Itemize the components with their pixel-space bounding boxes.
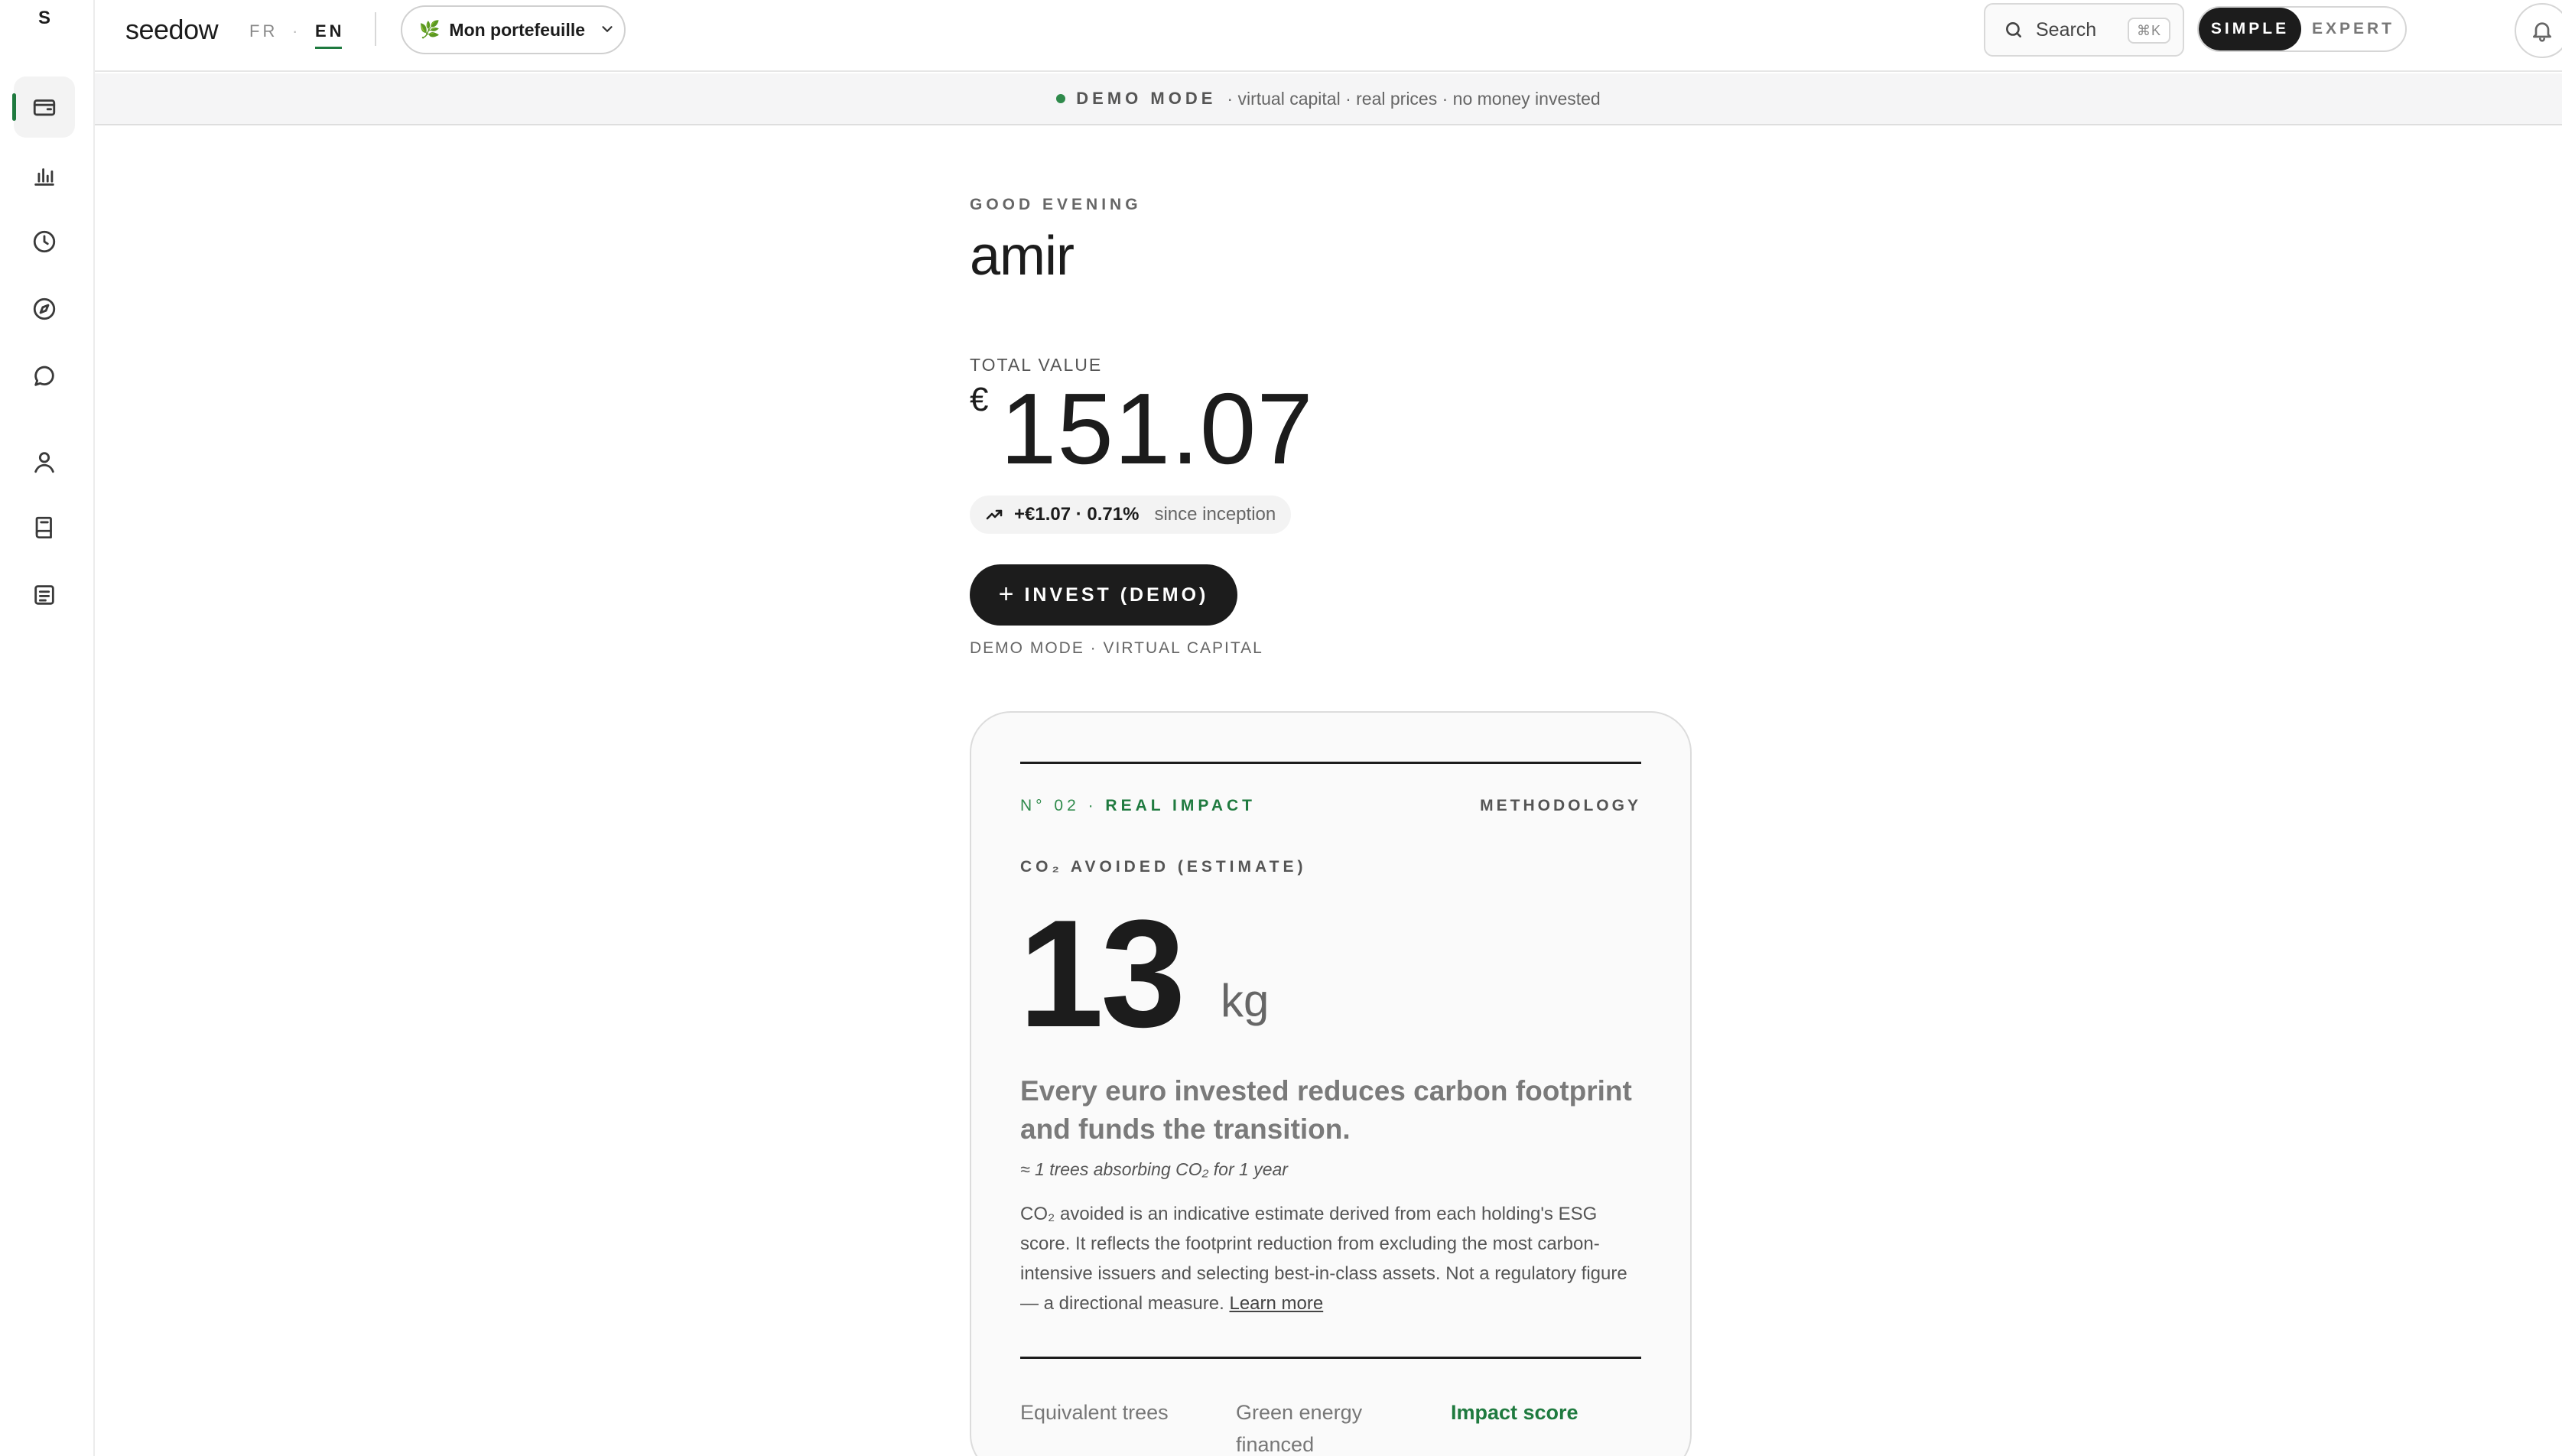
search-icon [2006, 22, 2021, 37]
co2-unit: kg [1221, 975, 1270, 1026]
book-icon [35, 516, 52, 539]
bar-chart-icon [34, 168, 54, 186]
stat-impact-score[interactable]: Impact score [1451, 1396, 1578, 1428]
search-box[interactable]: Search ⌘K [1984, 3, 2184, 57]
sidebar-item-profile[interactable] [14, 431, 75, 492]
change-badge: +€1.07 · 0.71% since inception [970, 496, 1292, 534]
user-icon [34, 452, 54, 473]
chevron-down-icon [594, 18, 616, 42]
divider [1020, 762, 1641, 764]
sidebar: S [0, 0, 95, 1456]
invest-label: INVEST (DEMO) [1024, 583, 1209, 606]
compass-icon [33, 297, 56, 320]
search-label: Search [2036, 18, 2097, 41]
top-bar: seedow FR · EN 🌿 Mon portefeuille Search… [95, 0, 2562, 72]
change-period: since inception [1154, 504, 1276, 525]
stat-green-energy[interactable]: Green energy financed [1236, 1396, 1404, 1456]
mode-expert-button[interactable]: EXPERT [2301, 8, 2405, 50]
document-list-icon [34, 585, 54, 605]
notifications-button[interactable] [2515, 3, 2562, 58]
divider [1020, 1357, 1641, 1359]
search-shortcut-badge: ⌘K [2127, 18, 2170, 44]
portfolio-selector[interactable]: 🌿 Mon portefeuille [401, 5, 626, 54]
impact-kicker: N° 02 · REAL IMPACT [1020, 797, 1256, 815]
change-value: +€1.07 · 0.71% [1014, 504, 1140, 525]
methodology-link[interactable]: METHODOLOGY [1480, 797, 1641, 815]
sidebar-item-documents[interactable] [14, 564, 75, 626]
trees-equivalent-note: ≈ 1 trees absorbing CO₂ for 1 year [1020, 1159, 1288, 1179]
sprout-icon: 🌿 [419, 20, 441, 39]
currency-symbol: € [970, 381, 989, 418]
sidebar-item-chart[interactable] [14, 145, 75, 206]
sidebar-item-book[interactable] [14, 497, 75, 558]
co2-label: CO₂ AVOIDED (ESTIMATE) [1020, 858, 1307, 876]
kicker-number: N° 02 · [1020, 797, 1106, 814]
impact-card: N° 02 · REAL IMPACT METHODOLOGY CO₂ AVOI… [970, 711, 1692, 1456]
trend-up-icon [986, 509, 1003, 520]
lang-en-button[interactable]: EN [315, 21, 345, 49]
portfolio-label: Mon portefeuille [449, 19, 586, 40]
divider [375, 12, 376, 46]
sidebar-item-chat[interactable] [14, 346, 75, 407]
stat-equivalent-trees[interactable]: Equivalent trees [1020, 1396, 1169, 1428]
bell-icon [2533, 22, 2551, 42]
demo-mode-banner: DEMO MODE · virtual capital · real price… [95, 73, 2562, 125]
description-text: CO₂ avoided is an indicative estimate de… [1020, 1204, 1627, 1314]
demo-caption: DEMO MODE · VIRTUAL CAPITAL [970, 639, 1263, 657]
sidebar-logo-letter[interactable]: S [0, 8, 89, 29]
wallet-icon [33, 99, 56, 116]
greeting-label: GOOD EVENING [970, 196, 1142, 213]
sidebar-item-history[interactable] [14, 211, 75, 272]
banner-title: DEMO MODE [1076, 89, 1217, 108]
mode-toggle: SIMPLE EXPERT [2197, 6, 2407, 52]
impact-description: CO₂ avoided is an indicative estimate de… [1020, 1199, 1647, 1318]
kicker-title: REAL IMPACT [1105, 797, 1256, 814]
invest-demo-button[interactable]: + INVEST (DEMO) [970, 564, 1237, 626]
sidebar-item-explore[interactable] [14, 278, 75, 340]
banner-text: · virtual capital · real prices · no mon… [1227, 88, 1601, 109]
brand-logo[interactable]: seedow [125, 14, 219, 46]
active-marker [12, 93, 16, 121]
chat-bubble-icon [34, 366, 54, 386]
lang-fr-button[interactable]: FR [249, 21, 278, 41]
user-name: amir [970, 226, 1075, 287]
lang-separator: · [292, 21, 298, 41]
learn-more-link[interactable]: Learn more [1229, 1293, 1323, 1314]
plus-icon: + [998, 579, 1014, 609]
status-dot [1056, 94, 1066, 103]
co2-value: 13 [1019, 889, 1185, 1059]
clock-icon [33, 230, 56, 253]
mode-simple-button[interactable]: SIMPLE [2199, 8, 2301, 50]
total-value: 151.07 [1000, 372, 1314, 485]
sidebar-item-wallet[interactable] [12, 76, 75, 138]
main-content: GOOD EVENING amir TOTAL VALUE € 151.07 +… [970, 125, 1696, 1456]
impact-headline: Every euro invested reduces carbon footp… [1020, 1075, 1632, 1145]
